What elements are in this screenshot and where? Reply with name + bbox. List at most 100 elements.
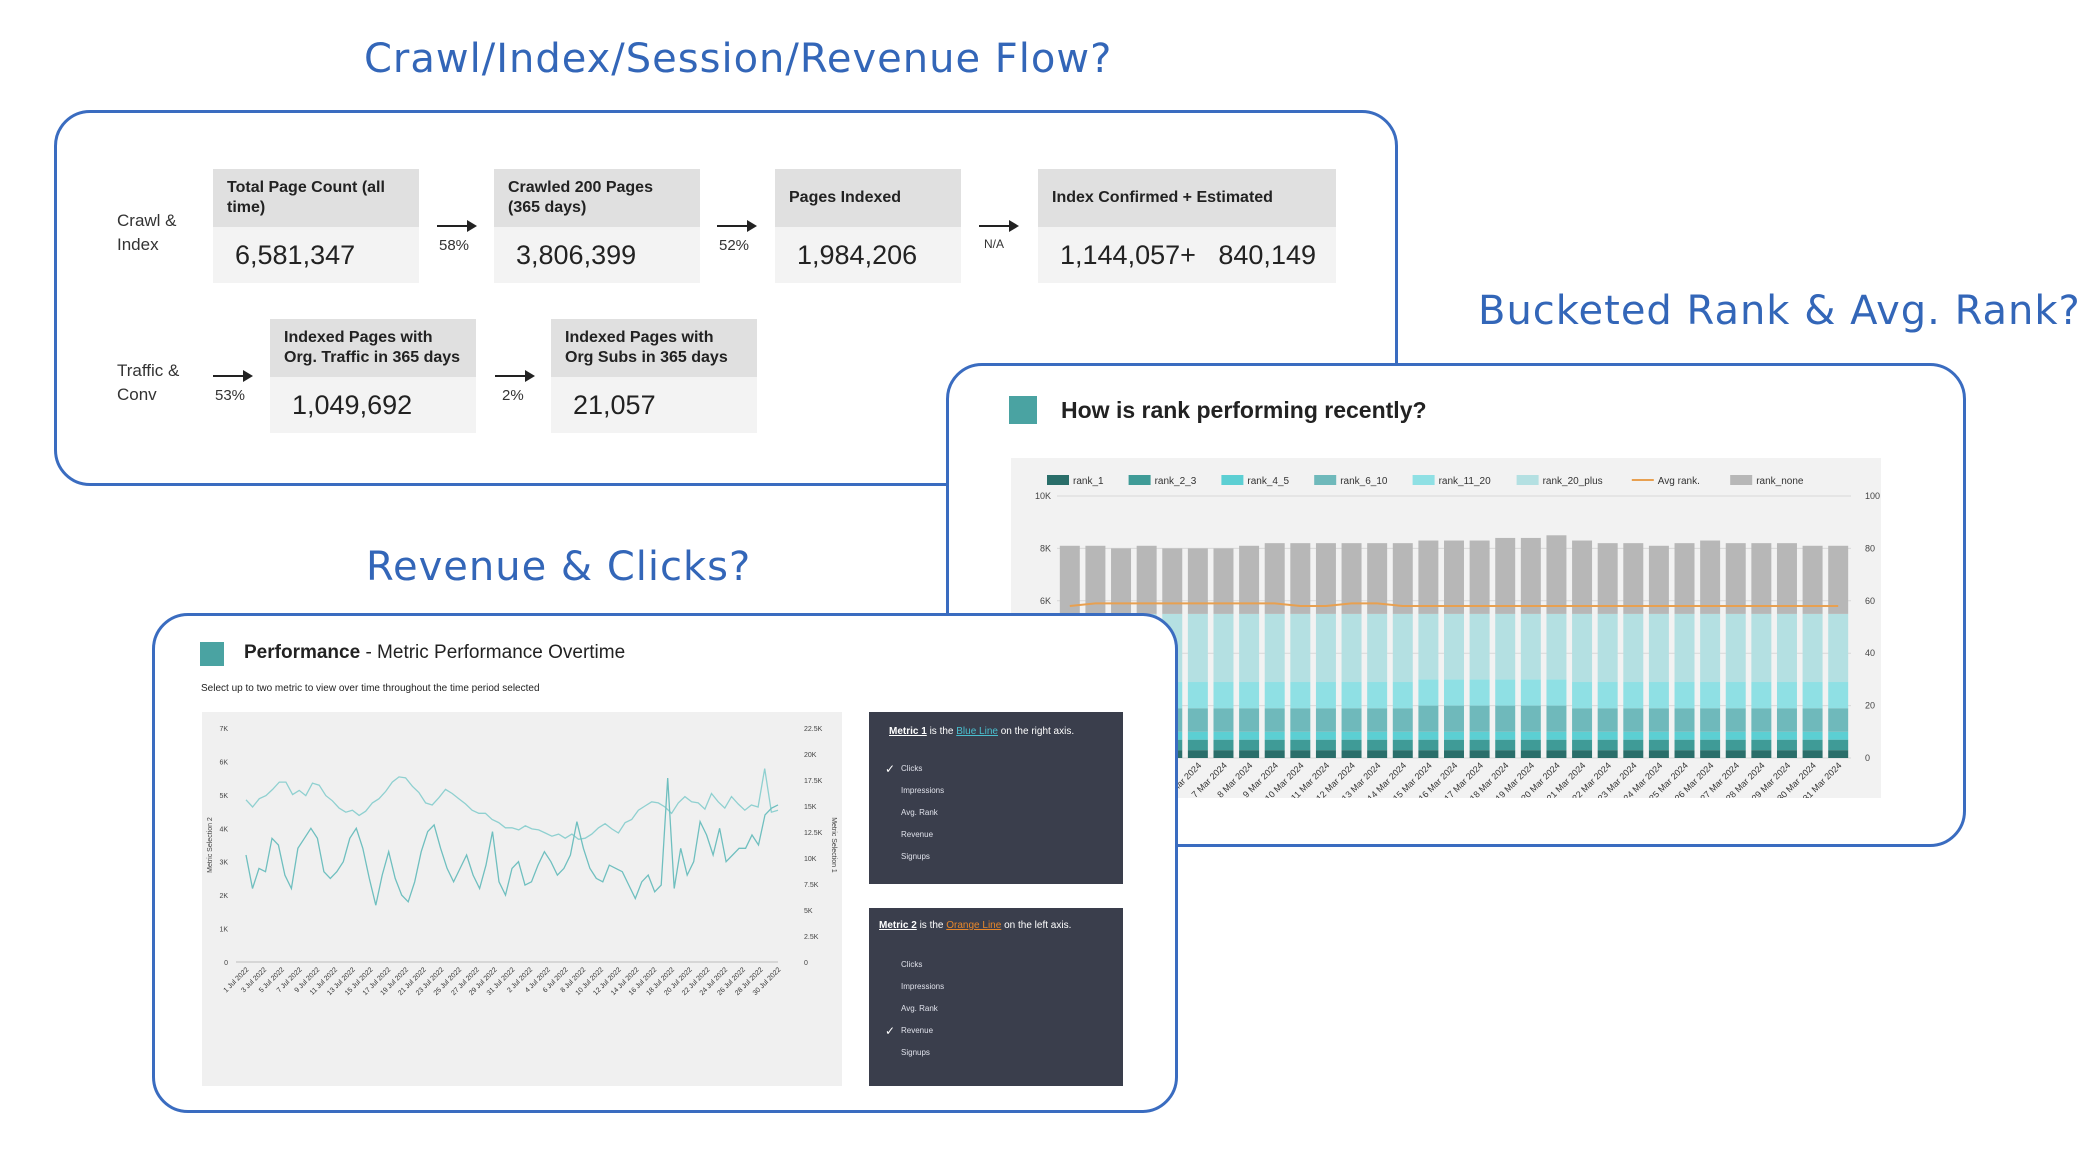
arrow-icon	[495, 370, 535, 382]
rate-label: 2%	[502, 387, 524, 404]
metric2-option-revenue[interactable]: Revenue	[901, 1026, 933, 1035]
bar-segment-rank_2_3	[1418, 739, 1439, 751]
bar-segment-rank_6_10	[1444, 705, 1464, 732]
legend-swatch-0	[1047, 475, 1069, 485]
metric1-header: Metric 1 is the Blue Line on the right a…	[889, 726, 1074, 737]
bar-segment-rank_4_5	[1802, 731, 1823, 740]
y-tick-label: 10K	[1035, 491, 1051, 501]
bar-segment-rank_1	[1623, 750, 1644, 758]
rank-panel-title: How is rank performing recently?	[1061, 397, 1427, 423]
bar-segment-rank_2_3	[1315, 739, 1336, 751]
bar-segment-rank_4_5	[1469, 731, 1490, 740]
bar-segment-rank_20_plus	[1648, 613, 1669, 683]
bar-segment-rank_11_20	[1751, 682, 1772, 709]
bar-segment-rank_11_20	[1725, 682, 1746, 709]
bar-segment-rank_none	[1290, 543, 1311, 614]
bar-segment-rank_1	[1469, 750, 1490, 758]
legend-swatch-7	[1730, 475, 1753, 485]
bar-segment-rank_11_20	[1341, 682, 1362, 709]
bar-segment-rank_1	[1444, 750, 1464, 758]
legend-label-0: rank_1	[1073, 476, 1104, 487]
bar-segment-rank_11_20	[1264, 682, 1285, 709]
metric2-tail: on the left axis.	[1001, 920, 1072, 931]
metric2-option-impressions[interactable]: Impressions	[901, 982, 944, 991]
bar-segment-rank_11_20	[1572, 682, 1593, 709]
bar-segment-rank_none	[1648, 545, 1669, 614]
bar-segment-rank_11_20	[1239, 682, 1260, 709]
y2-axis-label: Metric Selection 1	[830, 817, 837, 873]
kpi-crawled-pages: Crawled 200 Pages (365 days) 3,806,399	[494, 169, 700, 283]
metric1-option-revenue[interactable]: Revenue	[901, 830, 933, 839]
bar-segment-rank_2_3	[1469, 739, 1490, 751]
kpi-value: 1,144,057+ 840,149	[1060, 239, 1316, 270]
bar-segment-rank_11_20	[1213, 682, 1234, 709]
bar-segment-rank_none	[1315, 543, 1336, 614]
metric1-option-clicks[interactable]: Clicks	[901, 764, 922, 773]
performance-subtitle: Select up to two metric to view over tim…	[201, 683, 540, 694]
heading-revenue: Revenue & Clicks?	[366, 544, 752, 590]
bar-segment-rank_11_20	[1187, 682, 1208, 709]
bar-segment-rank_11_20	[1546, 679, 1567, 706]
bar-segment-rank_none	[1418, 540, 1439, 614]
metric1-color-word: Blue Line	[956, 726, 998, 737]
bar-segment-rank_1	[1802, 750, 1823, 758]
bar-segment-rank_4_5	[1187, 731, 1208, 740]
y2-tick-label: 7.5K	[804, 882, 819, 889]
y-tick-label: 6K	[219, 759, 228, 766]
kpi-value: 6,581,347	[235, 239, 356, 270]
bar-segment-rank_1	[1392, 750, 1413, 758]
metric2-option-avg-rank[interactable]: Avg. Rank	[901, 1004, 938, 1013]
bar-segment-rank_4_5	[1648, 731, 1669, 740]
metric2-option-signups[interactable]: Signups	[901, 1048, 930, 1057]
bar-segment-rank_1	[1546, 750, 1567, 758]
row-label-crawl: Crawl & Index	[117, 211, 177, 254]
kpi-value: 3,806,399	[516, 239, 637, 270]
y-tick-label: 6K	[1040, 596, 1051, 606]
arrow-icon	[213, 370, 253, 382]
bar-segment-rank_4_5	[1828, 731, 1849, 740]
bar-segment-rank_6_10	[1597, 708, 1618, 732]
metric-line-2	[245, 778, 779, 906]
bar-segment-rank_20_plus	[1623, 613, 1644, 683]
legend-label-6: Avg rank.	[1658, 476, 1700, 487]
bar-segment-rank_6_10	[1725, 708, 1746, 732]
metric1-option-signups[interactable]: Signups	[901, 852, 930, 861]
bar-segment-rank_2_3	[1648, 739, 1669, 751]
kpi-value: 1,049,692	[292, 389, 413, 420]
kpi-title: Index Confirmed + Estimated	[1038, 169, 1336, 227]
bar-segment-rank_11_20	[1776, 682, 1797, 709]
bar-segment-rank_2_3	[1444, 739, 1464, 751]
y-tick-label: 4K	[219, 826, 228, 833]
panel-swatch	[1009, 396, 1037, 424]
metric2-option-clicks[interactable]: Clicks	[901, 960, 922, 969]
bar-segment-rank_1	[1572, 750, 1593, 758]
kpi-title: Crawled 200 Pages (365 days)	[494, 169, 700, 227]
legend-label-3: rank_6_10	[1340, 476, 1388, 487]
metric1-option-avg-rank[interactable]: Avg. Rank	[901, 808, 938, 817]
bar-segment-rank_20_plus	[1367, 613, 1388, 683]
bar-segment-rank_20_plus	[1444, 613, 1464, 680]
y-tick-label: 8K	[1040, 543, 1051, 553]
bar-segment-rank_20_plus	[1187, 613, 1208, 683]
bar-segment-rank_6_10	[1315, 708, 1336, 732]
bar-segment-rank_4_5	[1546, 731, 1567, 740]
bar-segment-rank_none	[1700, 540, 1721, 614]
bar-segment-rank_4_5	[1725, 731, 1746, 740]
legend-label-5: rank_20_plus	[1543, 476, 1603, 487]
bar-segment-rank_6_10	[1290, 708, 1311, 732]
legend-swatch-2	[1221, 475, 1244, 485]
bar-segment-rank_1	[1776, 750, 1797, 758]
bar-segment-rank_20_plus	[1213, 613, 1234, 683]
bar-segment-rank_6_10	[1674, 708, 1695, 732]
bar-segment-rank_6_10	[1572, 708, 1593, 732]
bar-segment-rank_4_5	[1674, 731, 1695, 740]
performance-title-bold: Performance	[244, 642, 361, 663]
metric1-option-impressions[interactable]: Impressions	[901, 786, 944, 795]
bar-segment-rank_2_3	[1751, 739, 1772, 751]
bar-segment-rank_20_plus	[1674, 613, 1695, 683]
bar-segment-rank_2_3	[1828, 739, 1849, 751]
rate-label: 52%	[719, 237, 750, 254]
rate-label: N/A	[984, 237, 1005, 251]
y-tick-label: 3K	[219, 860, 228, 867]
bar-segment-rank_6_10	[1776, 708, 1797, 732]
